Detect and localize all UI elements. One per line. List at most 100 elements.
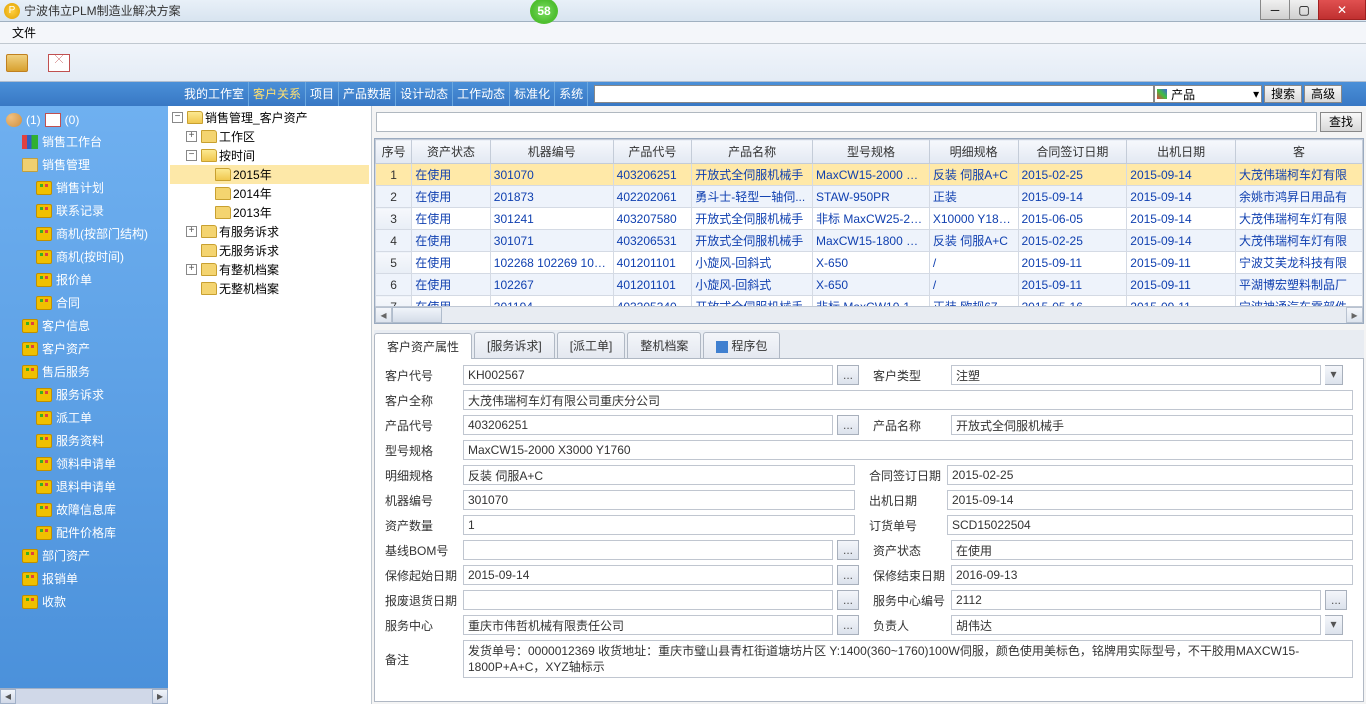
sidebar-item[interactable]: 商机(按时间) [0,245,168,268]
inp-remark[interactable]: 发货单号：0000012369 收货地址：重庆市璧山县青杠街道塘坊片区 Y:14… [463,640,1353,678]
col-header[interactable]: 客 [1236,140,1363,164]
find-button[interactable]: 查找 [1320,112,1362,132]
tab-dispatch[interactable]: [派工单] [557,332,626,358]
inp-svccode[interactable]: 2112 [951,590,1321,610]
nav-product[interactable]: 产品数据 [339,82,396,106]
sidebar-item[interactable]: 售后服务 [0,360,168,383]
expand-icon[interactable]: − [186,150,197,161]
tree-node[interactable]: 2014年 [170,184,369,203]
sidebar-item[interactable]: 派工单 [0,406,168,429]
tree-node[interactable]: 无整机档案 [170,279,369,298]
date-wstart-button[interactable]: ... [837,565,859,585]
tree-node[interactable]: 2013年 [170,203,369,222]
sidebar-item[interactable]: 故障信息库 [0,498,168,521]
lookup-svc-button[interactable]: ... [837,615,859,635]
close-button[interactable]: ✕ [1318,0,1366,20]
inp-cust-code[interactable]: KH002567 [463,365,833,385]
nav-system[interactable]: 系统 [555,82,588,106]
inp-bom[interactable] [463,540,833,560]
inp-out-date[interactable]: 2015-09-14 [947,490,1353,510]
tab-machine-file[interactable]: 整机档案 [627,332,701,358]
minimize-button[interactable]: ─ [1260,0,1290,20]
sidebar-item[interactable]: 报销单 [0,567,168,590]
col-header[interactable]: 产品名称 [692,140,813,164]
nav-work[interactable]: 工作动态 [453,82,510,106]
scroll-thumb[interactable] [392,307,442,323]
maximize-button[interactable]: ▢ [1289,0,1319,20]
search-scope-combo[interactable]: 产品▾ [1154,85,1262,103]
table-row[interactable]: 2在使用201873402202061勇斗士-轻型一轴伺...STAW-950P… [376,186,1363,208]
mail-icon[interactable] [48,54,70,72]
sidebar-item[interactable]: 配件价格库 [0,521,168,544]
col-header[interactable]: 型号规格 [813,140,930,164]
sidebar-item[interactable]: 客户资产 [0,337,168,360]
tree-node[interactable]: 2015年 [170,165,369,184]
nav-project[interactable]: 项目 [306,82,339,106]
inp-detail[interactable]: 反装 伺服A+C [463,465,855,485]
filter-input[interactable] [376,112,1317,132]
col-header[interactable]: 明细规格 [929,140,1018,164]
inp-order[interactable]: SCD15022504 [947,515,1353,535]
lookup-prod-button[interactable]: ... [837,415,859,435]
tree-node[interactable]: +工作区 [170,127,369,146]
expand-icon[interactable]: + [186,264,197,275]
lookup-bom-button[interactable]: ... [837,540,859,560]
dropdown-icon[interactable]: ▾ [1325,365,1343,385]
inp-qty[interactable]: 1 [463,515,855,535]
scroll-left-icon[interactable]: ◂ [0,689,16,704]
inp-mach-no[interactable]: 301070 [463,490,855,510]
sidebar-item[interactable]: 合同 [0,291,168,314]
sidebar-scrollbar[interactable]: ◂▸ [0,688,168,704]
collapse-icon[interactable]: − [172,112,183,123]
expand-icon[interactable]: + [186,226,197,237]
lookup-svccode-button[interactable]: ... [1325,590,1347,610]
notify-badge[interactable]: 58 [530,0,558,24]
inp-status[interactable]: 在使用 [951,540,1353,560]
table-row[interactable]: 5在使用102268 102269 102270401201101小旋风-回斜式… [376,252,1363,274]
sidebar-item[interactable]: 客户信息 [0,314,168,337]
sidebar-item[interactable]: 领料申请单 [0,452,168,475]
lock-icon[interactable] [6,54,28,72]
tab-asset-props[interactable]: 客户资产属性 [374,333,472,359]
tree-root[interactable]: − 销售管理_客户资产 [170,108,369,127]
scroll-right-icon[interactable]: ▸ [1346,307,1363,323]
sidebar-item[interactable]: 销售计划 [0,176,168,199]
sidebar-item[interactable]: 收款 [0,590,168,613]
grid-h-scrollbar[interactable]: ◂ ▸ [375,306,1363,323]
table-row[interactable]: 1在使用301070403206251开放式全伺服机械手MaxCW15-2000… [376,164,1363,186]
inp-owner[interactable]: 胡伟达 [951,615,1321,635]
nav-design[interactable]: 设计动态 [396,82,453,106]
inp-cust-name[interactable]: 大茂伟瑞柯车灯有限公司重庆分公司 [463,390,1353,410]
inp-scrap[interactable] [463,590,833,610]
inp-prod-code[interactable]: 403206251 [463,415,833,435]
sidebar-item[interactable]: 服务资料 [0,429,168,452]
sidebar-item[interactable]: 报价单 [0,268,168,291]
dropdown-icon[interactable]: ▾ [1325,615,1343,635]
sidebar-item[interactable]: 销售管理 [0,153,168,176]
col-header[interactable]: 资产状态 [412,140,491,164]
sidebar-item[interactable]: 部门资产 [0,544,168,567]
inp-wend[interactable]: 2016-09-13 [951,565,1353,585]
scroll-left-icon[interactable]: ◂ [375,307,392,323]
nav-customer[interactable]: 客户关系 [249,82,306,106]
sidebar-item[interactable]: 退料申请单 [0,475,168,498]
inp-model[interactable]: MaxCW15-2000 X3000 Y1760 [463,440,1353,460]
global-search-input[interactable] [594,85,1154,103]
inp-wstart[interactable]: 2015-09-14 [463,565,833,585]
sidebar-item[interactable]: 商机(按部门结构) [0,222,168,245]
scroll-right-icon[interactable]: ▸ [152,689,168,704]
nav-standard[interactable]: 标准化 [510,82,555,106]
menu-file[interactable]: 文件 [6,22,42,43]
table-row[interactable]: 6在使用102267401201101小旋风-回斜式X-650/2015-09-… [376,274,1363,296]
expand-icon[interactable]: + [186,131,197,142]
inp-svc[interactable]: 重庆市伟哲机械有限责任公司 [463,615,833,635]
nav-workspace[interactable]: 我的工作室 [180,82,249,106]
col-header[interactable]: 合同签订日期 [1018,140,1127,164]
tree-node[interactable]: −按时间 [170,146,369,165]
col-header[interactable]: 序号 [376,140,412,164]
col-header[interactable]: 出机日期 [1127,140,1236,164]
table-row[interactable]: 4在使用301071403206531开放式全伺服机械手MaxCW15-1800… [376,230,1363,252]
table-row[interactable]: 7在使用301194403205340开放式全伺服机械手非标 MaxCW10-1… [376,296,1363,307]
tab-service-req[interactable]: [服务诉求] [474,332,555,358]
lookup-cust-button[interactable]: ... [837,365,859,385]
